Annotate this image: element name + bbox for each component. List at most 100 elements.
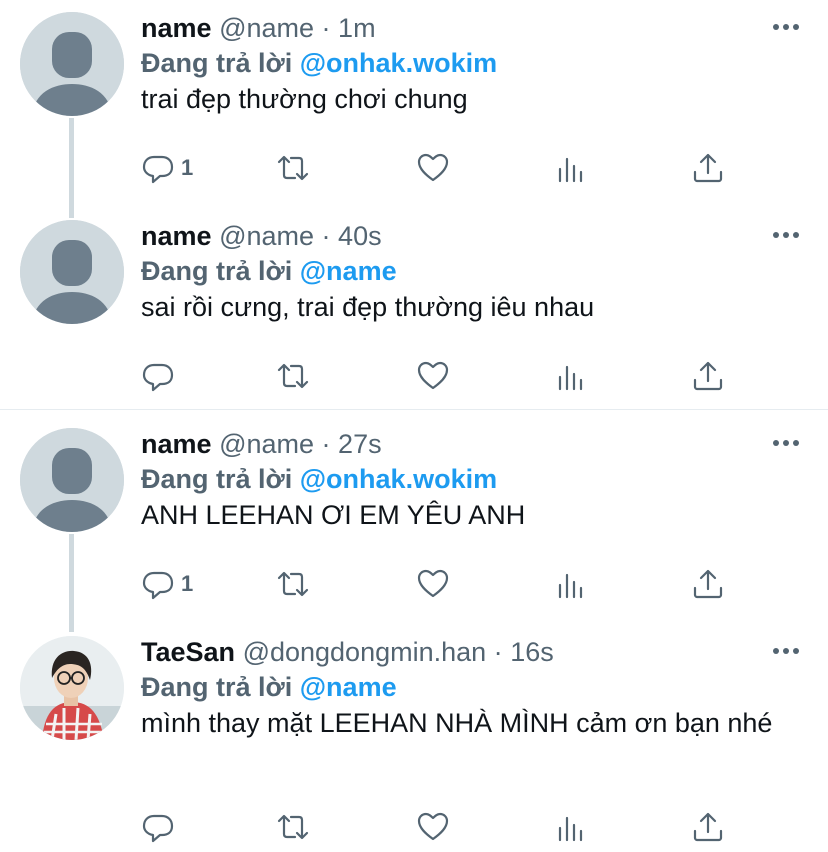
retweet-icon	[277, 571, 309, 597]
retweet-button[interactable]	[276, 566, 310, 602]
retweet-icon	[277, 814, 309, 840]
tweet[interactable]: name @name · 40s Đang trả lời @name sai …	[0, 208, 828, 408]
action-bar	[141, 809, 741, 845]
reply-icon	[142, 814, 174, 843]
reply-mention[interactable]: @onhak.wokim	[300, 464, 497, 494]
more-icon[interactable]	[772, 22, 800, 32]
analytics-button[interactable]	[554, 566, 588, 602]
like-icon	[417, 361, 449, 390]
share-button[interactable]	[691, 566, 725, 602]
like-icon	[417, 569, 449, 598]
replying-to: Đang trả lời @name	[141, 255, 397, 287]
tweet[interactable]: name @name · 27s Đang trả lời @onhak.wok…	[0, 416, 828, 632]
replying-to: Đang trả lời @onhak.wokim	[141, 463, 497, 495]
reply-count: 1	[181, 571, 194, 596]
reply-button[interactable]	[141, 358, 181, 394]
avatar[interactable]	[20, 12, 124, 116]
like-button[interactable]	[416, 358, 450, 394]
handle[interactable]: @name	[219, 429, 314, 459]
reply-button[interactable]	[141, 809, 181, 845]
retweet-button[interactable]	[276, 809, 310, 845]
reply-mention[interactable]: @onhak.wokim	[300, 48, 497, 78]
tweet-text: ANH LEEHAN ƠI EM YÊU ANH	[141, 500, 526, 530]
display-name[interactable]: name	[141, 429, 212, 459]
replying-to-label: Đang trả lời	[141, 256, 293, 286]
reply-count: 1	[181, 155, 194, 180]
share-icon	[693, 569, 723, 599]
profile-photo-icon	[20, 636, 124, 740]
more-icon[interactable]	[772, 438, 800, 448]
default-avatar-icon	[20, 12, 124, 116]
timestamp[interactable]: 16s	[510, 637, 554, 667]
action-bar: 1	[141, 150, 741, 186]
tweet-header: TaeSan @dongdongmin.han · 16s	[141, 636, 554, 668]
share-button[interactable]	[691, 150, 725, 186]
display-name[interactable]: name	[141, 221, 212, 251]
tweet[interactable]: TaeSan @dongdongmin.han · 16s Đang trả l…	[0, 624, 828, 852]
like-button[interactable]	[416, 566, 450, 602]
retweet-button[interactable]	[276, 150, 310, 186]
action-bar	[141, 358, 741, 394]
replying-to-label: Đang trả lời	[141, 48, 293, 78]
share-icon	[693, 812, 723, 842]
share-icon	[693, 361, 723, 391]
replying-to-label: Đang trả lời	[141, 464, 293, 494]
replying-to: Đang trả lời @name	[141, 671, 397, 703]
analytics-icon	[558, 816, 583, 842]
thread-divider	[0, 409, 828, 410]
timestamp[interactable]: 40s	[338, 221, 382, 251]
thread-line	[69, 118, 74, 218]
analytics-icon	[558, 157, 583, 183]
reply-mention[interactable]: @name	[300, 672, 397, 702]
like-button[interactable]	[416, 150, 450, 186]
handle[interactable]: @name	[219, 221, 314, 251]
separator-dot: ·	[321, 429, 331, 459]
tweet-text: sai rồi cưng, trai đẹp thường iêu nhau	[141, 292, 595, 322]
share-button[interactable]	[691, 358, 725, 394]
avatar[interactable]	[20, 220, 124, 324]
timestamp[interactable]: 27s	[338, 429, 382, 459]
retweet-icon	[277, 363, 309, 389]
retweet-button[interactable]	[276, 358, 310, 394]
separator-dot: ·	[321, 13, 331, 43]
handle[interactable]: @dongdongmin.han	[243, 637, 487, 667]
share-button[interactable]	[691, 809, 725, 845]
default-avatar-icon	[20, 428, 124, 532]
reply-mention[interactable]: @name	[300, 256, 397, 286]
tweet-header: name @name · 40s	[141, 220, 382, 252]
more-icon[interactable]	[772, 230, 800, 240]
tweet-text: trai đẹp thường chơi chung	[141, 84, 468, 114]
tweet-text: mình thay mặt LEEHAN NHÀ MÌNH cảm ơn bạn…	[141, 708, 773, 738]
reply-icon	[142, 363, 174, 392]
analytics-icon	[558, 365, 583, 391]
separator-dot: ·	[321, 221, 331, 251]
default-avatar-icon	[20, 220, 124, 324]
retweet-icon	[277, 155, 309, 181]
analytics-button[interactable]	[554, 358, 588, 394]
tweet[interactable]: name @name · 1m Đang trả lời @onhak.woki…	[0, 0, 828, 218]
display-name[interactable]: name	[141, 13, 212, 43]
display-name[interactable]: TaeSan	[141, 637, 235, 667]
like-icon	[417, 153, 449, 182]
action-bar: 1	[141, 566, 741, 602]
reply-icon	[142, 155, 174, 184]
reply-button[interactable]: 1	[141, 150, 193, 186]
avatar[interactable]	[20, 636, 124, 740]
thread-line	[69, 534, 74, 632]
like-button[interactable]	[416, 809, 450, 845]
avatar[interactable]	[20, 428, 124, 532]
timestamp[interactable]: 1m	[338, 13, 376, 43]
tweet-header: name @name · 27s	[141, 428, 382, 460]
handle[interactable]: @name	[219, 13, 314, 43]
reply-icon	[142, 571, 174, 600]
more-icon[interactable]	[772, 646, 800, 656]
analytics-button[interactable]	[554, 809, 588, 845]
separator-dot: ·	[493, 637, 503, 667]
reply-button[interactable]: 1	[141, 566, 193, 602]
tweet-header: name @name · 1m	[141, 12, 376, 44]
like-icon	[417, 812, 449, 841]
share-icon	[693, 153, 723, 183]
replying-to-label: Đang trả lời	[141, 672, 293, 702]
analytics-icon	[558, 573, 583, 599]
analytics-button[interactable]	[554, 150, 588, 186]
